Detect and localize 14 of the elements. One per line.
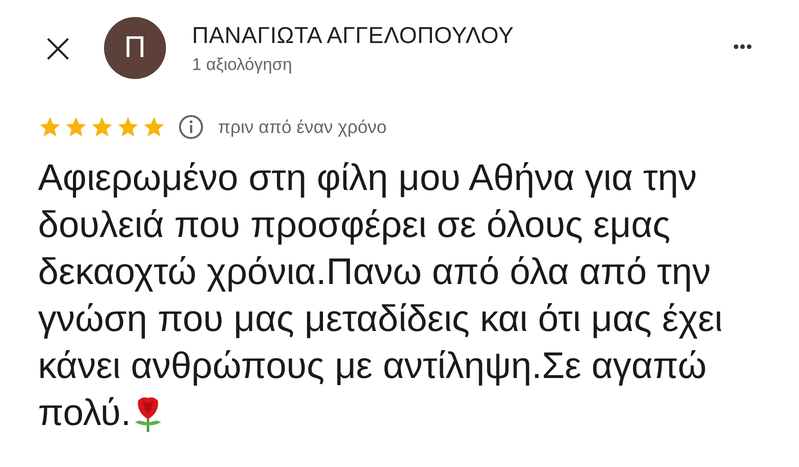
avatar: Π xyxy=(104,17,166,79)
star-icon xyxy=(38,115,62,139)
star-icon xyxy=(64,115,88,139)
info-icon[interactable] xyxy=(178,114,204,140)
reviewer-name: ΠΑΝΑΓΙΩΤΑ ΑΓΓΕΛΟΠΟΥΛΟΥ xyxy=(192,22,515,48)
star-icon xyxy=(116,115,140,139)
star-icon xyxy=(142,115,166,139)
review-text: Αφιερωμένο στη φίλη μου Αθήνα για την δουλειά που προσφέρει σε όλους εμας δεκαοχτώ χρόνια.Πανω από όλα από την γνώση που μας μεταδίδεις και ότι μας έχει κάνει ανθρώπους με αντίληψη.Σε αγαπώ πολύ. xyxy=(38,156,724,435)
close-button[interactable]: × xyxy=(38,27,78,69)
more-button[interactable]: ••• xyxy=(727,38,759,58)
star-icon xyxy=(90,115,114,139)
rose-icon xyxy=(133,395,164,433)
review-time: πριν από έναν χρόνο xyxy=(218,116,387,138)
review-count: 1 αξιολόγηση xyxy=(192,54,294,74)
